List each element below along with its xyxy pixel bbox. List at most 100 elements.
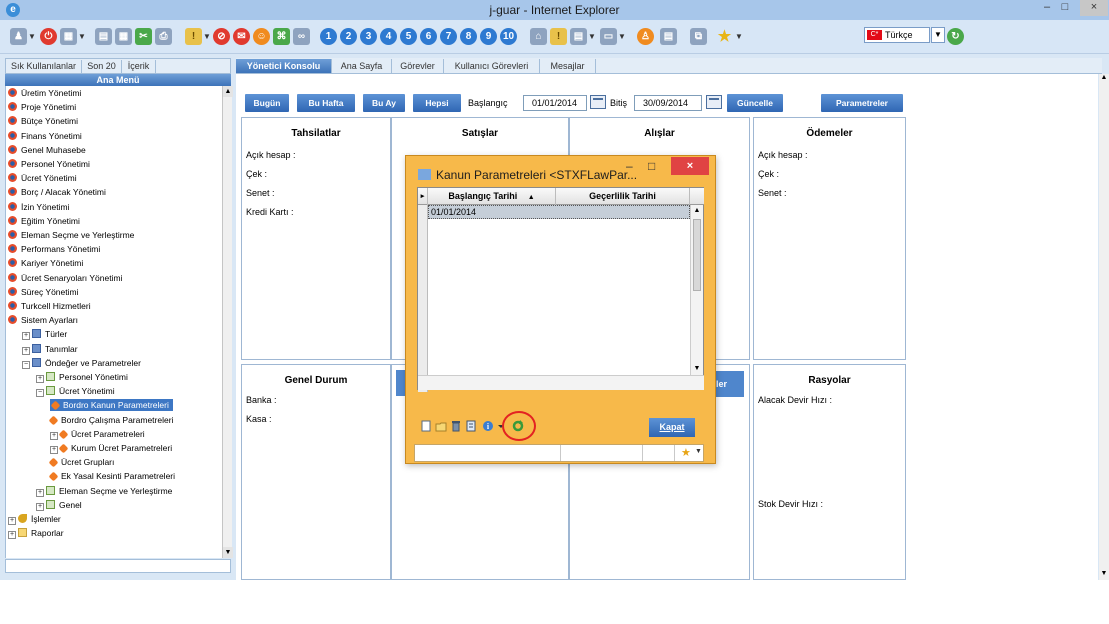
tree-item[interactable]: + Personel Yönetimi: [36, 371, 128, 383]
tab-messages[interactable]: Mesajlar: [540, 59, 596, 73]
minimize-button[interactable]: –: [1038, 0, 1056, 16]
grid-scroll-thumb[interactable]: [693, 219, 701, 291]
all-button[interactable]: Hepsi: [413, 94, 461, 112]
shortcut-7-icon[interactable]: 7: [440, 28, 457, 45]
tools-icon[interactable]: ✂: [135, 28, 152, 45]
tree-item[interactable]: + Türler: [22, 328, 67, 341]
expand-icon[interactable]: +: [36, 502, 44, 511]
window-icon[interactable]: ▭: [600, 28, 617, 45]
grid-vertical-scrollbar[interactable]: ▲ ▼: [690, 205, 703, 375]
printer-icon[interactable]: ⎙: [155, 28, 172, 45]
shortcut-5-icon[interactable]: 5: [400, 28, 417, 45]
column-start-date[interactable]: Başlangıç Tarihi ▲: [428, 188, 556, 205]
tree-item[interactable]: Borç / Alacak Yönetimi: [8, 186, 106, 198]
tree-item[interactable]: Süreç Yönetimi: [8, 286, 78, 298]
tree-item[interactable]: Eğitim Yönetimi: [8, 215, 80, 227]
table-row[interactable]: 01/01/2014: [428, 205, 690, 219]
tree-item[interactable]: + Eleman Seçme ve Yerleştirme: [36, 485, 172, 497]
report-icon[interactable]: ▤: [660, 28, 677, 45]
favorites-star-icon[interactable]: ★: [716, 28, 733, 45]
tab-last-20[interactable]: Son 20: [82, 60, 122, 73]
tree-item[interactable]: − Ücret Yönetimi: [36, 385, 115, 398]
language-select[interactable]: C* Türkçe: [864, 27, 930, 43]
start-date-input[interactable]: 01/01/2014: [523, 95, 587, 111]
dialog-maximize-button[interactable]: □: [648, 159, 655, 173]
people-icon[interactable]: ☺: [253, 28, 270, 45]
tree-item[interactable]: + İşlemler: [8, 513, 61, 525]
this-month-button[interactable]: Bu Ay: [363, 94, 405, 112]
tree-item[interactable]: Sistem Ayarları: [8, 314, 78, 326]
tree-item[interactable]: + Kurum Ücret Parametreleri: [50, 442, 172, 454]
tree-item[interactable]: Eleman Seçme ve Yerleştirme: [8, 229, 134, 241]
shortcut-9-icon[interactable]: 9: [480, 28, 497, 45]
tab-manager-console[interactable]: Yönetici Konsolu: [236, 59, 332, 73]
chat-icon[interactable]: ✉: [233, 28, 250, 45]
lightbulb-icon[interactable]: !: [185, 28, 202, 45]
window-caret-icon[interactable]: ▼: [618, 28, 626, 45]
column-validity-date[interactable]: Geçerlilik Tarihi: [556, 188, 690, 205]
dialog-close-button[interactable]: ×: [671, 157, 709, 175]
main-scrollbar[interactable]: ▲ ▼: [1099, 74, 1109, 580]
open-folder-icon[interactable]: [435, 420, 447, 432]
user-menu-caret-icon[interactable]: ▼: [28, 28, 36, 45]
power-icon[interactable]: ⏻: [40, 28, 57, 45]
person-icon[interactable]: ♙: [637, 28, 654, 45]
language-dropdown-arrow-icon[interactable]: ▼: [931, 27, 945, 43]
tab-favorites[interactable]: Sık Kullanılanlar: [6, 60, 82, 73]
dialog-minimize-button[interactable]: –: [626, 159, 633, 173]
dialog-kapat-button[interactable]: Kapat: [649, 418, 695, 437]
delete-icon[interactable]: [450, 420, 462, 432]
grid-scroll-down-icon[interactable]: ▼: [691, 363, 703, 375]
tree-item[interactable]: Performans Yönetimi: [8, 243, 100, 255]
copy-icon[interactable]: ⧉: [690, 28, 707, 45]
tree-item[interactable]: Ücret Grupları: [48, 456, 114, 468]
tree-item[interactable]: Ek Yasal Kesinti Parametreleri: [48, 470, 175, 482]
tree-item[interactable]: + Genel: [36, 499, 82, 511]
user-menu-icon[interactable]: ♟: [10, 28, 27, 45]
collapse-icon[interactable]: −: [22, 360, 30, 369]
shortcut-8-icon[interactable]: 8: [460, 28, 477, 45]
tab-user-tasks[interactable]: Kullanıcı Görevleri: [444, 59, 540, 73]
tree-item[interactable]: Turkcell Hizmetleri: [8, 300, 91, 312]
stop-icon[interactable]: ⊘: [213, 28, 230, 45]
list-icon[interactable]: ▤: [95, 28, 112, 45]
network-icon[interactable]: ⌘: [273, 28, 290, 45]
tree-item[interactable]: Bütçe Yönetimi: [8, 115, 78, 127]
menu-search-input[interactable]: [5, 559, 231, 573]
start-calendar-icon[interactable]: [590, 95, 606, 109]
expand-icon[interactable]: +: [8, 531, 16, 540]
status-favorite-star-icon[interactable]: ★: [681, 446, 691, 459]
tree-item[interactable]: + Raporlar: [8, 527, 64, 540]
expand-icon[interactable]: +: [50, 431, 58, 440]
status-favorite-caret-icon[interactable]: ▼: [695, 448, 702, 455]
grid-horizontal-scrollbar[interactable]: [418, 375, 704, 390]
expand-icon[interactable]: +: [22, 346, 30, 355]
tree-item[interactable]: Ücret Senaryoları Yönetimi: [8, 272, 122, 284]
close-window-button[interactable]: ×: [1080, 0, 1108, 16]
tab-home[interactable]: Ana Sayfa: [332, 59, 392, 73]
link-icon[interactable]: ∞: [293, 28, 310, 45]
lightbulb-caret-icon[interactable]: ▼: [203, 28, 211, 45]
home-icon[interactable]: ⌂: [530, 28, 547, 45]
shortcut-3-icon[interactable]: 3: [360, 28, 377, 45]
shortcut-2-icon[interactable]: 2: [340, 28, 357, 45]
favorites-caret-icon[interactable]: ▼: [735, 28, 743, 45]
tree-item[interactable]: Bordro Kanun Parametreleri: [50, 399, 173, 412]
menu-tree-scrollbar[interactable]: ▲ ▼: [222, 86, 233, 558]
scroll-up-icon[interactable]: ▲: [223, 86, 233, 97]
new-document-icon[interactable]: [420, 420, 432, 432]
document-icon[interactable]: ▤: [570, 28, 587, 45]
today-button[interactable]: Bugün: [245, 94, 289, 112]
end-calendar-icon[interactable]: [706, 95, 722, 109]
report-print-icon[interactable]: [465, 420, 477, 432]
expand-icon[interactable]: +: [36, 375, 44, 383]
tree-item[interactable]: − Öndeğer ve Parametreler: [22, 357, 141, 369]
tree-item[interactable]: İzin Yönetimi: [8, 201, 70, 213]
tree-item[interactable]: Bordro Çalışma Parametreleri: [48, 414, 173, 426]
expand-icon[interactable]: +: [36, 488, 44, 497]
tree-item[interactable]: Genel Muhasebe: [8, 144, 86, 156]
scroll-down-icon[interactable]: ▼: [223, 547, 233, 558]
calendar-icon[interactable]: ▦: [115, 28, 132, 45]
shortcut-10-icon[interactable]: 10: [500, 28, 517, 45]
tree-item[interactable]: Ücret Yönetimi: [8, 172, 77, 184]
